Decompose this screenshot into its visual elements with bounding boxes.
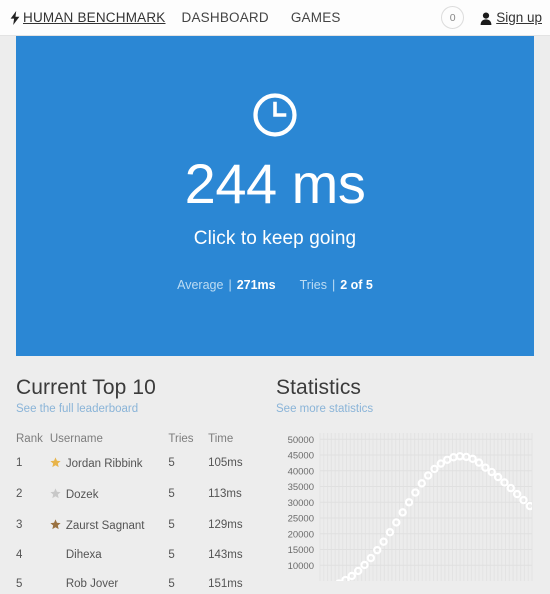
nav-item-games[interactable]: GAMES — [291, 10, 341, 25]
username-label: Zaurst Sagnant — [65, 520, 145, 533]
table-row[interactable]: 1 Jordan Ribbink 5 105ms — [16, 456, 248, 487]
sign-up-label: Sign up — [496, 10, 542, 25]
username-label: Rob Jover — [65, 578, 119, 591]
y-axis-tick-label: 15000 — [288, 545, 314, 556]
y-axis-tick-label: 20000 — [288, 529, 314, 540]
cell-rank: 2 — [16, 488, 23, 501]
cell-tries: 5 — [168, 519, 175, 532]
cell-tries: 5 — [168, 457, 175, 470]
cell-time: 105ms — [208, 457, 243, 470]
stage-cta-text: Click to keep going — [193, 228, 357, 249]
leaderboard-body: 1 Jordan Ribbink 5 105ms 2 Dozek 5 113ms 3 Zaurst… — [16, 456, 248, 594]
tries-stat: Tries | 2 of 5 — [300, 278, 373, 292]
nav-links: DASHBOARD GAMES — [182, 10, 363, 25]
cell-time: 113ms — [208, 488, 242, 501]
data-point — [335, 579, 343, 582]
cell-username: Jordan Ribbink — [50, 456, 169, 487]
tries-label: Tries — [299, 278, 327, 292]
tries-separator: | — [331, 278, 336, 292]
table-row[interactable]: 4 Dihexa 5 143ms — [16, 549, 248, 578]
leaderboard-table: Rank Username Tries Time 1 Jordan Ribbink… — [16, 433, 248, 594]
distribution-scatter-plot: 50000 45000 40000 35000 30000 25000 20000 15000… — [288, 433, 534, 582]
leaderboard-panel: Current Top 10 See the full leaderboard … — [16, 376, 266, 594]
reaction-time-value: 244 ms — [184, 152, 366, 215]
stage-meta-row: Average | 271ms Tries | 2 of 5 — [177, 278, 373, 292]
data-point — [533, 509, 534, 515]
cell-time: 151ms — [208, 578, 243, 591]
nav-item-dashboard[interactable]: DASHBOARD — [182, 10, 269, 25]
username-label: Jordan Ribbink — [65, 458, 143, 471]
cell-tries: 5 — [168, 549, 175, 562]
statistics-chart: 50000 45000 40000 35000 30000 25000 20000 15000… — [276, 431, 534, 582]
leaderboard-title: Current Top 10 — [16, 376, 156, 399]
cell-time: 129ms — [208, 519, 243, 532]
average-label: Average — [177, 278, 224, 292]
y-axis-tick-label: 30000 — [288, 498, 314, 509]
nav-right-group: 0 Sign up — [441, 6, 542, 29]
table-header-row: Rank Username Tries Time — [16, 433, 248, 456]
y-axis-tick-label: 50000 — [288, 435, 314, 446]
cell-tries: 5 — [168, 488, 175, 501]
column-header-time: Time — [208, 433, 234, 446]
cell-username: Zaurst Sagnant — [50, 518, 169, 549]
person-icon — [480, 12, 492, 25]
cell-rank: 1 — [16, 457, 23, 470]
cell-username: Rob Jover — [50, 578, 169, 594]
username-label: Dozek — [65, 489, 99, 502]
cell-time: 143ms — [208, 549, 243, 562]
sign-up-button[interactable]: Sign up — [480, 10, 542, 25]
average-separator: | — [228, 278, 232, 292]
top-navbar: HUMAN BENCHMARK DASHBOARD GAMES 0 Sign u… — [0, 0, 550, 36]
more-statistics-link[interactable]: See more statistics — [276, 403, 373, 415]
y-axis-tick-label: 10000 — [288, 561, 314, 572]
y-axis-tick-label: 40000 — [288, 466, 314, 477]
tries-value: 2 of 5 — [340, 278, 373, 292]
average-stat: Average | 271ms — [177, 278, 276, 292]
brand-label: HUMAN BENCHMARK — [23, 10, 166, 25]
star-icon — [50, 457, 61, 468]
coin-count-badge[interactable]: 0 — [441, 6, 465, 29]
stage-wrapper: 244 ms Click to keep going Average | 271… — [0, 36, 550, 358]
statistics-title: Statistics — [276, 376, 362, 399]
column-header-rank: Rank — [16, 433, 43, 446]
cell-rank: 5 — [16, 578, 23, 591]
star-icon — [50, 519, 61, 530]
cell-username: Dozek — [50, 487, 169, 518]
lower-section: Current Top 10 See the full leaderboard … — [0, 358, 550, 594]
average-value: 271ms — [236, 278, 276, 292]
lightning-bolt-icon — [10, 10, 20, 25]
cell-username: Dihexa — [50, 549, 169, 578]
table-row[interactable]: 3 Zaurst Sagnant 5 129ms — [16, 518, 248, 549]
brand-logo[interactable]: HUMAN BENCHMARK — [10, 10, 166, 25]
full-leaderboard-link[interactable]: See the full leaderboard — [16, 403, 138, 415]
table-row[interactable]: 2 Dozek 5 113ms — [16, 487, 248, 518]
y-axis-tick-label: 35000 — [288, 482, 314, 493]
cell-rank: 3 — [16, 519, 23, 532]
username-label: Dihexa — [65, 549, 102, 562]
cell-rank: 4 — [16, 549, 23, 562]
y-axis-tick-label: 45000 — [288, 451, 314, 462]
reaction-test-stage[interactable]: 244 ms Click to keep going Average | 271… — [16, 36, 534, 356]
clock-icon — [252, 92, 298, 138]
star-icon — [50, 488, 61, 499]
column-header-tries: Tries — [168, 433, 194, 446]
column-header-username: Username — [49, 433, 103, 446]
table-row[interactable]: 5 Rob Jover 5 151ms — [16, 578, 248, 594]
statistics-panel: Statistics See more statistics 50000 4500… — [266, 376, 534, 594]
cell-tries: 5 — [168, 578, 175, 591]
y-axis-tick-label: 25000 — [288, 514, 314, 525]
